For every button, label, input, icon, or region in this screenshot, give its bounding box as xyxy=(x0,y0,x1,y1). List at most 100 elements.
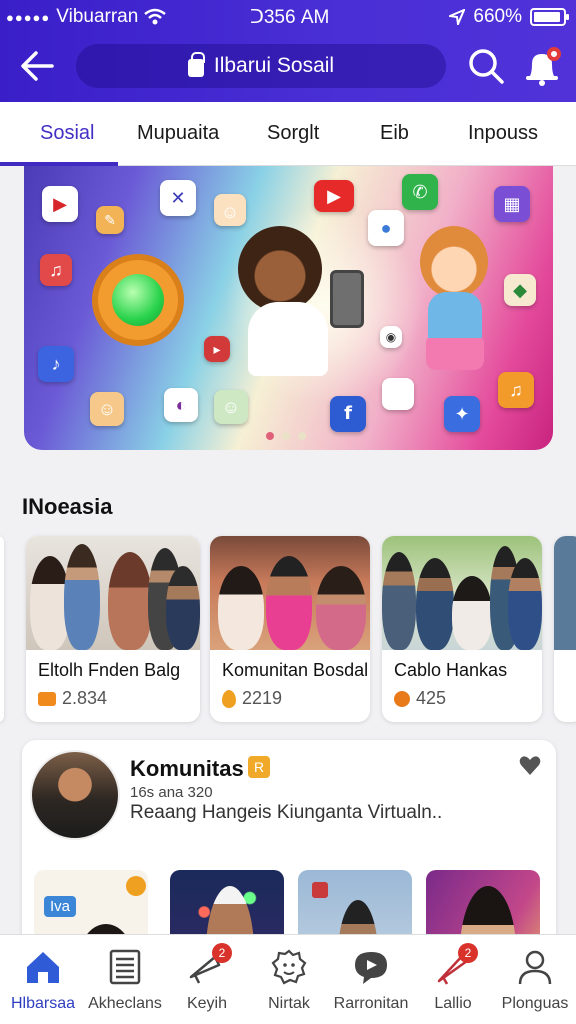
nav-plonguas[interactable]: Plonguas xyxy=(494,935,576,1024)
music-note-icon: ♪ xyxy=(38,346,74,382)
home-icon xyxy=(27,952,59,983)
photo-person xyxy=(316,566,366,650)
tab-mupuaita[interactable]: Mupuaita xyxy=(137,122,219,145)
nav-label: Akheclans xyxy=(88,995,162,1012)
profile-app-icon: ☺ xyxy=(90,392,124,426)
boy-illustration xyxy=(238,226,322,312)
document-icon xyxy=(109,949,141,985)
card-photo xyxy=(382,536,542,650)
notification-badge: 2 xyxy=(458,943,478,963)
photo-person xyxy=(382,552,416,650)
nav-label: Hlbarsaa xyxy=(10,995,76,1012)
card-meta: 2219 xyxy=(222,688,282,709)
close-app-icon: ✕ xyxy=(160,180,196,216)
purple-app-icon: ◐ xyxy=(164,388,198,422)
nav-nirtak[interactable]: Nirtak xyxy=(248,935,330,1024)
card-photo xyxy=(554,536,576,650)
title-pill[interactable]: Ilbarui Sosail xyxy=(76,44,446,88)
card-count: 425 xyxy=(416,688,447,708)
battery-percent: 660% xyxy=(473,6,522,27)
photo-person xyxy=(508,558,542,650)
tab-bar: Sosial Mupuaita Sorglt Eib Inpouss xyxy=(0,102,576,166)
notification-bell-icon[interactable] xyxy=(520,44,564,88)
camera-app-icon: ◉ xyxy=(380,326,402,348)
signal-icon: ●●●●● xyxy=(6,9,51,25)
top-app-bar: ●●●●● Vibuarran ᑐ356 AM 660% Ilbarui Sos… xyxy=(0,0,576,102)
astronaut-helmet-illustration xyxy=(92,254,184,346)
verified-badge: R xyxy=(248,756,270,778)
avatar-app-icon: ☺ xyxy=(214,194,246,226)
carrier-name: Vibuarran xyxy=(56,6,139,27)
card-edge-left xyxy=(0,536,4,722)
shop-app-icon: ◆ xyxy=(504,274,536,306)
photo-person xyxy=(452,576,492,650)
photo-person xyxy=(218,566,264,650)
phone-app-icon: ✆ xyxy=(402,174,438,210)
search-icon[interactable] xyxy=(466,46,506,86)
status-bar: ●●●●● Vibuarran ᑐ356 AM 660% xyxy=(0,6,576,30)
nav-label: Nirtak xyxy=(268,995,310,1012)
clock: ᑐ356 AM xyxy=(250,7,330,28)
photo-person xyxy=(266,556,312,650)
person-icon xyxy=(518,950,552,985)
community-subtitle: 16s ana 320 xyxy=(130,784,213,801)
wifi-icon xyxy=(144,8,167,25)
nav-lallio[interactable]: 2 Lallio xyxy=(412,935,494,1024)
fire-icon xyxy=(222,689,236,708)
tab-eib[interactable]: Eib xyxy=(380,122,409,145)
community-card[interactable]: Eltolh Fnden Balg 2.834 xyxy=(26,536,200,722)
thumbnail-badge-icon xyxy=(312,882,328,898)
nav-label: Rarronitan xyxy=(333,995,409,1012)
nav-keyih[interactable]: 2 Keyih xyxy=(166,935,248,1024)
thumbnail-badge-icon xyxy=(126,876,146,896)
carousel-dots[interactable] xyxy=(266,432,306,440)
boy-shirt xyxy=(248,302,328,376)
nav-rarronitan[interactable]: Rarronitan xyxy=(330,935,412,1024)
community-title: Komunitas xyxy=(130,756,244,781)
chat-app-icon: ● xyxy=(368,210,404,246)
community-card[interactable]: Cablo Hankas 425 xyxy=(382,536,542,722)
card-photo xyxy=(210,536,370,650)
community-card[interactable]: Komunitan Bosdal 2219 xyxy=(210,536,370,722)
music-app-icon: ♫ xyxy=(40,254,72,286)
card-meta: 2.834 xyxy=(38,688,107,709)
card-title: Komunitan Bosdal xyxy=(222,660,369,680)
red-square-icon: ▸ xyxy=(204,336,230,362)
bottom-navigation: Hlbarsaa Akheclans 2 Keyih Nirtak Rarron… xyxy=(0,934,576,1024)
twitter-icon: ✦ xyxy=(444,396,480,432)
lock-icon xyxy=(187,52,205,77)
group-icon xyxy=(394,690,410,707)
note-app-icon: ♫ xyxy=(498,372,534,408)
card-count: 2219 xyxy=(242,688,283,708)
card-count: 2.834 xyxy=(62,688,108,708)
location-arrow-icon xyxy=(449,9,466,25)
tool-app-icon: ✎ xyxy=(96,206,124,234)
video-app-icon: ▶ xyxy=(42,186,78,222)
photo-person xyxy=(108,552,152,650)
heart-icon[interactable] xyxy=(518,754,542,778)
card-photo xyxy=(26,536,200,650)
nav-label: Lallio xyxy=(434,995,472,1012)
nav-home[interactable]: Hlbarsaa xyxy=(2,935,84,1024)
thumbnail-label: Iva xyxy=(44,896,77,917)
phone-illustration xyxy=(330,270,364,328)
nav-akheclans[interactable]: Akheclans xyxy=(84,935,166,1024)
tab-inpouss[interactable]: Inpouss xyxy=(468,122,538,145)
community-description: Reaang Hangeis Kiunganta Virtualn.. xyxy=(130,802,443,823)
community-card-partial[interactable] xyxy=(554,536,576,722)
gallery-app-icon: ▦ xyxy=(494,186,530,222)
face-icon xyxy=(271,949,307,985)
photo-person xyxy=(416,558,454,650)
card-title: Cablo Hankas xyxy=(394,660,508,680)
page-title: Ilbarui Sosail xyxy=(213,54,335,77)
hero-banner[interactable]: ▶ ✎ ✕ ☺ ♫ ♪ ☺ ◐ ☺ ▸ ▶ ✆ ● ▦ ◆ ♫ ✦ f ☺ ◉ xyxy=(24,166,553,450)
back-arrow-icon[interactable] xyxy=(18,48,58,84)
tab-sosial[interactable]: Sosial xyxy=(40,122,94,145)
card-meta: 425 xyxy=(394,688,446,709)
avatar xyxy=(30,750,120,840)
girl-skirt xyxy=(426,338,484,370)
avatar-app-icon-2: ☺ xyxy=(214,390,248,424)
battery-icon xyxy=(530,8,569,26)
tab-sorglt[interactable]: Sorglt xyxy=(267,122,319,145)
girl-shirt xyxy=(428,292,482,342)
